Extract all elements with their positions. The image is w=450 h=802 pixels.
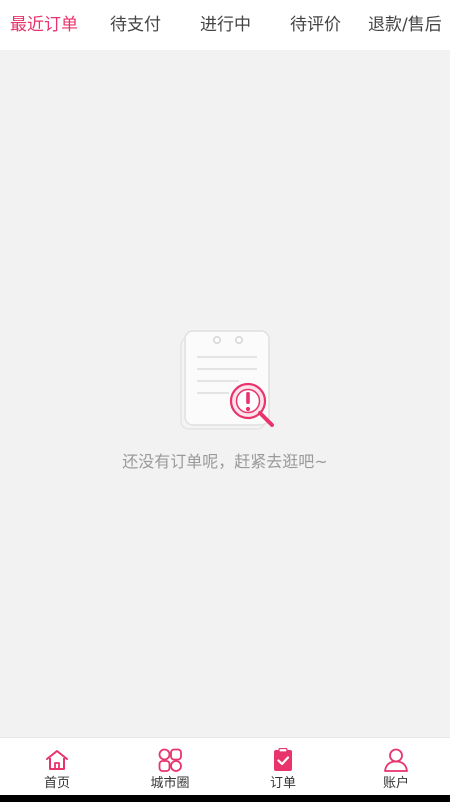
city-circle-icon — [158, 748, 182, 772]
nav-orders-label: 订单 — [269, 776, 296, 791]
orders-screen: 最近订单 待支付 进行中 待评价 退款/售后 还没有订单呢，赶紧去逛吧~ 首页 … — [0, 0, 450, 802]
tab-pending-payment[interactable]: 待支付 — [110, 0, 161, 50]
nav-city-circle[interactable]: 城市圈 — [130, 738, 210, 796]
tab-in-progress[interactable]: 进行中 — [200, 0, 251, 50]
tab-refund-after-sales[interactable]: 退款/售后 — [368, 0, 442, 50]
tab-pending-review[interactable]: 待评价 — [290, 0, 341, 50]
nav-account-label: 账户 — [382, 776, 409, 791]
system-bottom-bar — [0, 795, 450, 802]
nav-account[interactable]: 账户 — [356, 738, 436, 796]
nav-orders[interactable]: 订单 — [243, 738, 323, 796]
nav-home-label: 首页 — [43, 776, 70, 791]
tab-recent-orders[interactable]: 最近订单 — [10, 0, 78, 50]
order-search-alert-icon — [180, 330, 274, 430]
user-icon — [384, 748, 408, 772]
empty-state: 还没有订单呢，赶紧去逛吧~ — [0, 325, 450, 485]
bottom-navigation: 首页 城市圈 订单 账户 — [0, 737, 450, 796]
nav-city-circle-label: 城市圈 — [150, 776, 190, 791]
order-status-tabs: 最近订单 待支付 进行中 待评价 退款/售后 — [0, 0, 450, 50]
order-clipboard-icon — [274, 748, 292, 771]
empty-message: 还没有订单呢，赶紧去逛吧~ — [122, 452, 328, 471]
home-icon — [46, 750, 68, 770]
nav-home[interactable]: 首页 — [17, 738, 97, 796]
